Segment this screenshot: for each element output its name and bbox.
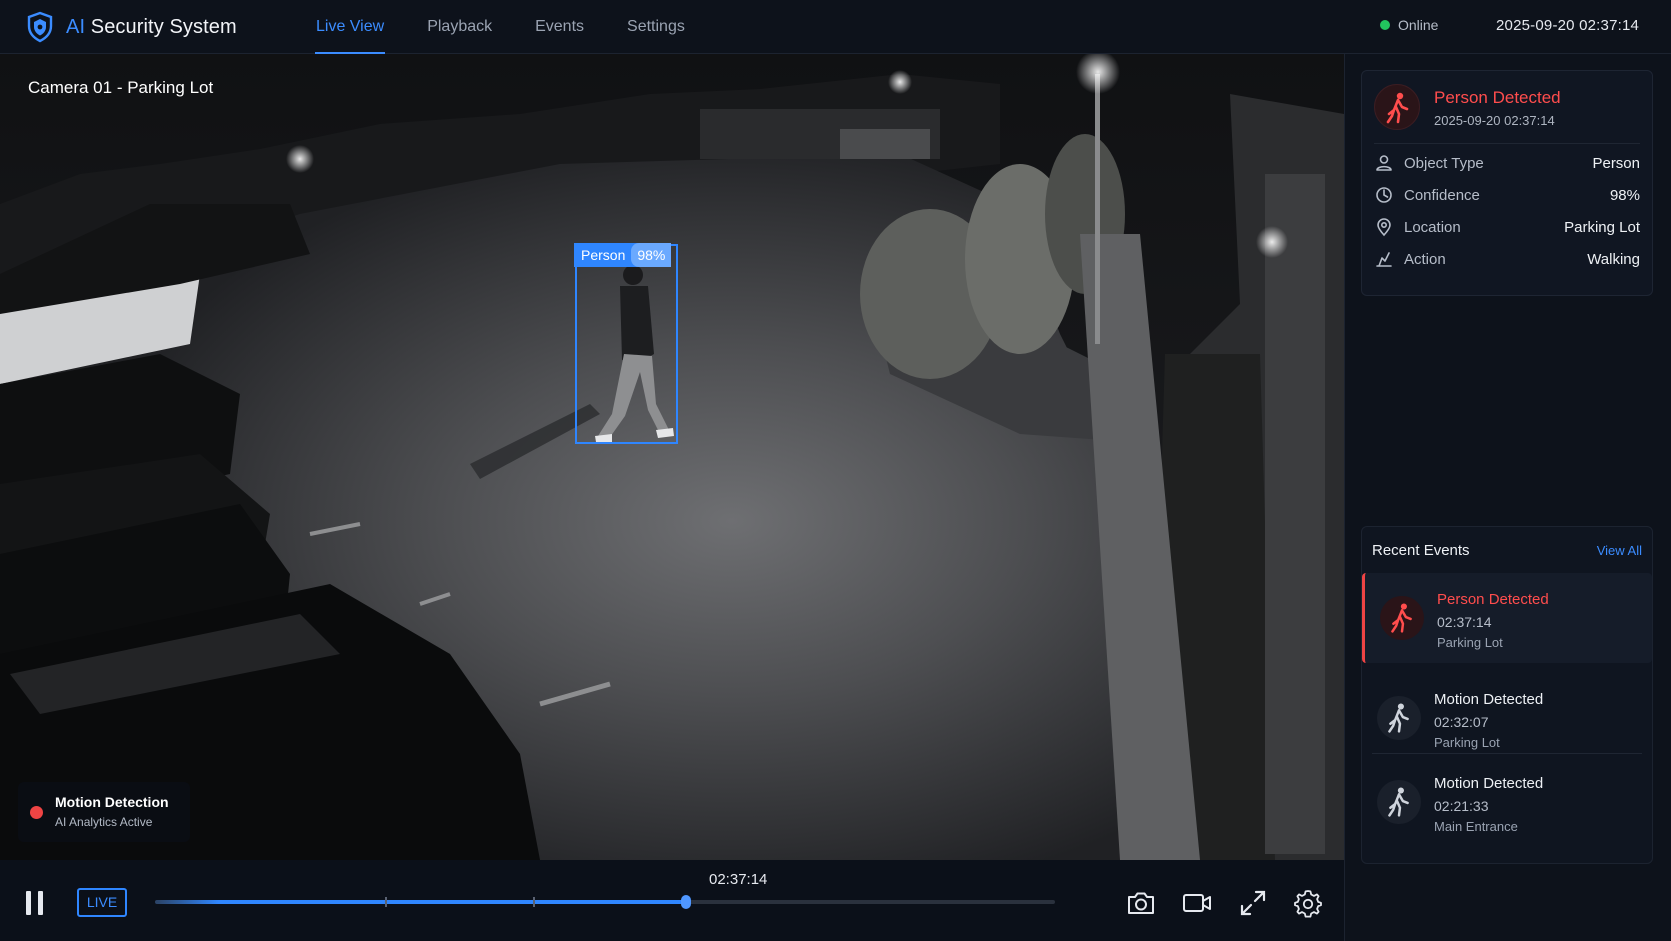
event-item[interactable]: Motion Detected 02:32:07 Parking Lot bbox=[1362, 673, 1652, 763]
tab-events[interactable]: Events bbox=[534, 0, 585, 54]
detection-label: Person bbox=[581, 247, 626, 263]
pause-icon-bar bbox=[38, 891, 43, 915]
confidence-icon bbox=[1376, 187, 1392, 203]
event-item[interactable]: Person Detected 02:37:14 Parking Lot bbox=[1362, 573, 1652, 663]
event-avatar bbox=[1377, 696, 1421, 740]
detail-label: Location bbox=[1404, 218, 1461, 236]
event-title: Motion Detected bbox=[1434, 691, 1544, 708]
recent-events-panel: Recent Events View All Person Detected 0… bbox=[1361, 526, 1653, 864]
walking-person-icon bbox=[1386, 92, 1409, 124]
location-pin-icon bbox=[1377, 218, 1391, 237]
detail-label: Action bbox=[1404, 250, 1446, 268]
brand[interactable]: AI Security System bbox=[26, 10, 237, 44]
detection-details-card: Person Detected 2025-09-20 02:37:14 Obje… bbox=[1361, 70, 1653, 296]
settings-gear-icon[interactable] bbox=[1293, 888, 1323, 918]
system-clock: 2025-09-20 02:37:14 bbox=[1496, 17, 1640, 34]
event-location: Parking Lot bbox=[1437, 635, 1503, 650]
walking-person-icon bbox=[1391, 603, 1412, 633]
motion-title: Motion Detection bbox=[55, 794, 169, 810]
event-avatar bbox=[1377, 780, 1421, 824]
event-location: Main Entrance bbox=[1434, 819, 1518, 834]
motion-subtitle: AI Analytics Active bbox=[55, 815, 153, 829]
divider bbox=[1372, 753, 1642, 754]
divider bbox=[1374, 143, 1640, 144]
timeline-current-time: 02:37:14 bbox=[709, 871, 768, 888]
live-video-feed[interactable]: Camera 01 - Parking Lot Person 98% Motio… bbox=[0, 54, 1344, 860]
event-title: Motion Detected bbox=[1434, 775, 1544, 792]
camera-snapshot-icon[interactable] bbox=[1126, 888, 1156, 918]
detail-row-location: Location Parking Lot bbox=[1374, 217, 1640, 237]
detail-value: Parking Lot bbox=[1564, 218, 1640, 236]
tab-live-view[interactable]: Live View bbox=[315, 0, 386, 54]
detail-value: Walking bbox=[1587, 250, 1640, 268]
record-video-icon[interactable] bbox=[1182, 888, 1212, 918]
playback-controls: LIVE 02:37:14 bbox=[0, 860, 1344, 941]
event-title: Person Detected bbox=[1437, 591, 1549, 608]
tab-playback[interactable]: Playback bbox=[426, 0, 493, 54]
tab-settings[interactable]: Settings bbox=[626, 0, 686, 54]
status-dot bbox=[1380, 20, 1390, 30]
side-panel: Person Detected 2025-09-20 02:37:14 Obje… bbox=[1344, 54, 1671, 941]
event-time: 02:32:07 bbox=[1434, 714, 1489, 730]
event-avatar bbox=[1380, 596, 1424, 640]
timeline-marker bbox=[533, 897, 535, 907]
detail-label: Object Type bbox=[1404, 154, 1484, 172]
live-badge[interactable]: LIVE bbox=[77, 888, 127, 917]
detection-tag: Person 98% bbox=[574, 243, 672, 267]
walking-person-icon bbox=[1388, 787, 1409, 817]
walking-person-icon bbox=[1388, 703, 1409, 733]
top-bar: AI Security System Live View Playback Ev… bbox=[0, 0, 1671, 54]
camera-label: Camera 01 - Parking Lot bbox=[28, 78, 214, 97]
event-location: Parking Lot bbox=[1434, 735, 1500, 750]
status-label: Online bbox=[1398, 17, 1439, 33]
pause-icon bbox=[26, 891, 31, 915]
detail-row-action: Action Walking bbox=[1374, 249, 1640, 269]
recent-events-title: Recent Events bbox=[1372, 542, 1470, 559]
connection-status: Online bbox=[1380, 17, 1438, 33]
view-all-link[interactable]: View All bbox=[1597, 543, 1642, 558]
main-nav: Live View Playback Events Settings bbox=[315, 0, 686, 54]
detection-bounding-box[interactable] bbox=[575, 244, 678, 444]
detail-value: 98% bbox=[1609, 186, 1640, 204]
detail-row-confidence: Confidence 98% bbox=[1374, 185, 1640, 205]
timeline-slider[interactable] bbox=[155, 895, 1055, 909]
timeline-marker bbox=[385, 897, 387, 907]
event-time: 02:37:14 bbox=[1437, 614, 1492, 630]
timeline-handle[interactable] bbox=[681, 895, 691, 909]
shield-icon bbox=[27, 11, 53, 43]
detection-confidence: 98% bbox=[631, 243, 672, 267]
detail-label: Confidence bbox=[1404, 186, 1480, 204]
timeline-progress bbox=[155, 900, 686, 904]
event-time: 02:21:33 bbox=[1434, 798, 1489, 814]
recording-dot-icon bbox=[30, 806, 43, 819]
motion-detection-status: Motion Detection AI Analytics Active bbox=[18, 782, 190, 842]
user-icon bbox=[1376, 155, 1392, 171]
pause-button[interactable] bbox=[26, 891, 46, 915]
detection-avatar bbox=[1374, 84, 1420, 130]
detail-value: Person bbox=[1592, 154, 1640, 172]
event-item[interactable]: Motion Detected 02:21:33 Main Entrance bbox=[1362, 757, 1652, 847]
app-title: AI Security System bbox=[66, 15, 237, 38]
detail-row-object-type: Object Type Person bbox=[1374, 153, 1640, 173]
camera-feed-image bbox=[0, 54, 1344, 860]
detection-timestamp: 2025-09-20 02:37:14 bbox=[1434, 113, 1555, 128]
action-icon bbox=[1376, 252, 1392, 267]
detection-title: Person Detected bbox=[1434, 88, 1561, 107]
fullscreen-icon[interactable] bbox=[1238, 888, 1268, 918]
